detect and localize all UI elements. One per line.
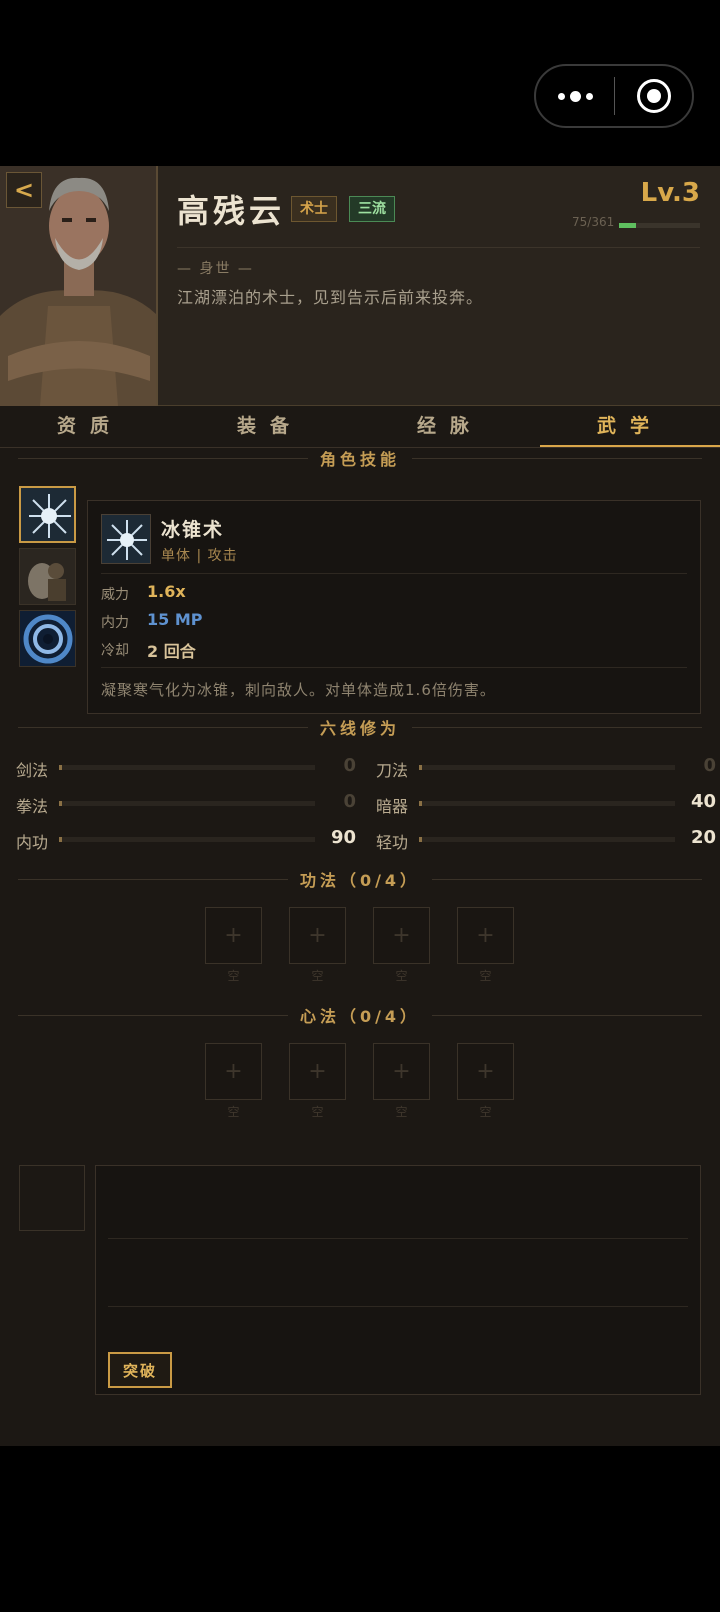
exp-bar: [619, 223, 700, 228]
rank-tag: 三流: [349, 196, 395, 222]
character-header: < 高残云 术士 三流 Lv.3 75/361 — 身世 — 江湖漂泊的术士，见…: [0, 166, 720, 406]
xinfa-slot[interactable]: +: [205, 1043, 262, 1100]
attr-label: 内功: [16, 833, 49, 852]
bio-title: — 身世 —: [177, 261, 254, 277]
bio-text: 江湖漂泊的术士，见到告示后前来投奔。: [177, 288, 484, 307]
skill-thumb-vortex[interactable]: [19, 610, 76, 667]
back-button[interactable]: <: [6, 172, 42, 208]
attr-value: 0: [703, 755, 716, 776]
attr-sword: 剑法 0: [16, 755, 356, 780]
attr-bar: [419, 837, 675, 842]
character-panel: < 高残云 术士 三流 Lv.3 75/361 — 身世 — 江湖漂泊的术士，见…: [0, 166, 720, 1446]
slot-label: 空: [479, 1105, 492, 1119]
xinfa-slot[interactable]: +: [289, 1043, 346, 1100]
divider: [108, 1238, 688, 1239]
gongfa-slot[interactable]: +: [457, 907, 514, 964]
class-tag: 术士: [291, 196, 337, 222]
xinfa-section-title: 心法（0/4）: [18, 1003, 702, 1027]
attr-hidden-weapon: 暗器 40: [376, 791, 716, 816]
attr-bar: [59, 765, 315, 770]
ice-cone-icon: [101, 514, 151, 564]
divider: [101, 667, 687, 668]
divider: [177, 247, 700, 248]
xinfa-slot[interactable]: +: [457, 1043, 514, 1100]
breakthrough-item-slot[interactable]: [19, 1165, 85, 1231]
slot-label: 空: [227, 1105, 240, 1119]
attr-label: 拳法: [16, 797, 49, 816]
character-name: 高残云: [177, 192, 286, 230]
slot-label: 空: [227, 969, 240, 983]
cooldown-label: 冷却: [101, 643, 129, 659]
tab-bar: 资质 装备 经脉 武学: [0, 406, 720, 448]
attr-blade: 刀法 0: [376, 755, 716, 780]
attr-inner-power: 内功 90: [16, 827, 356, 852]
attr-value: 90: [330, 827, 356, 848]
slot-label: 空: [479, 969, 492, 983]
attr-bar: [419, 801, 675, 806]
attr-label: 暗器: [376, 797, 409, 816]
attr-fist: 拳法 0: [16, 791, 356, 816]
skill-thumb-ice-cone[interactable]: [19, 486, 76, 543]
xinfa-title-text: 心法（0/4）: [299, 1007, 421, 1026]
gongfa-slot[interactable]: +: [373, 907, 430, 964]
target-circle-icon[interactable]: [615, 66, 692, 126]
exp-text: 75/361: [572, 215, 615, 229]
attr-value: 0: [343, 755, 356, 776]
skill-name: 冰锥术: [161, 519, 225, 541]
level-label: Lv.3: [640, 178, 700, 208]
attr-bar: [59, 837, 315, 842]
cultivation-section-title: 六线修为: [18, 715, 703, 739]
skill-type: 单体 | 攻击: [161, 548, 238, 564]
gongfa-section-title: 功法（0/4）: [18, 867, 702, 891]
divider: [101, 573, 687, 574]
gongfa-slot[interactable]: +: [289, 907, 346, 964]
power-value: 1.6x: [147, 582, 186, 601]
mp-value: 15 MP: [147, 610, 203, 629]
breakthrough-card: 突破: [95, 1165, 701, 1395]
power-label: 威力: [101, 587, 129, 603]
slot-label: 空: [395, 969, 408, 983]
mp-label: 内力: [101, 615, 129, 631]
exp-bar-fill: [619, 223, 636, 228]
attr-bar: [419, 765, 675, 770]
cooldown-value: 2 回合: [147, 642, 196, 661]
slot-label: 空: [311, 969, 324, 983]
attr-label: 轻功: [376, 833, 409, 852]
attr-value: 20: [690, 827, 716, 848]
gongfa-slot[interactable]: +: [205, 907, 262, 964]
divider: [108, 1306, 688, 1307]
tab-martial-arts[interactable]: 武学: [540, 406, 720, 447]
attr-value: 40: [690, 791, 716, 812]
skills-title-text: 角色技能: [320, 450, 401, 469]
more-dots-icon[interactable]: [536, 66, 614, 126]
attr-label: 刀法: [376, 761, 409, 780]
attr-label: 剑法: [16, 761, 49, 780]
attr-lightness: 轻功 20: [376, 827, 716, 852]
xinfa-slot[interactable]: +: [373, 1043, 430, 1100]
breakthrough-button[interactable]: 突破: [108, 1352, 172, 1388]
tab-aptitude[interactable]: 资质: [0, 406, 180, 447]
slot-label: 空: [311, 1105, 324, 1119]
skill-thumb-monk[interactable]: [19, 548, 76, 605]
mini-program-capsule: [534, 64, 694, 128]
slot-label: 空: [395, 1105, 408, 1119]
cultivation-title-text: 六线修为: [320, 719, 401, 738]
attr-value: 0: [343, 791, 356, 812]
skill-detail-card: 冰锥术 单体 | 攻击 威力 1.6x 内力 15 MP 冷却 2 回合 凝聚寒…: [87, 500, 701, 714]
tab-meridians[interactable]: 经脉: [360, 406, 540, 447]
skill-description: 凝聚寒气化为冰锥，刺向敌人。对单体造成1.6倍伤害。: [101, 681, 496, 699]
attr-bar: [59, 801, 315, 806]
skills-section-title: 角色技能: [18, 446, 703, 470]
gongfa-title-text: 功法（0/4）: [299, 871, 421, 890]
tab-equipment[interactable]: 装备: [180, 406, 360, 447]
